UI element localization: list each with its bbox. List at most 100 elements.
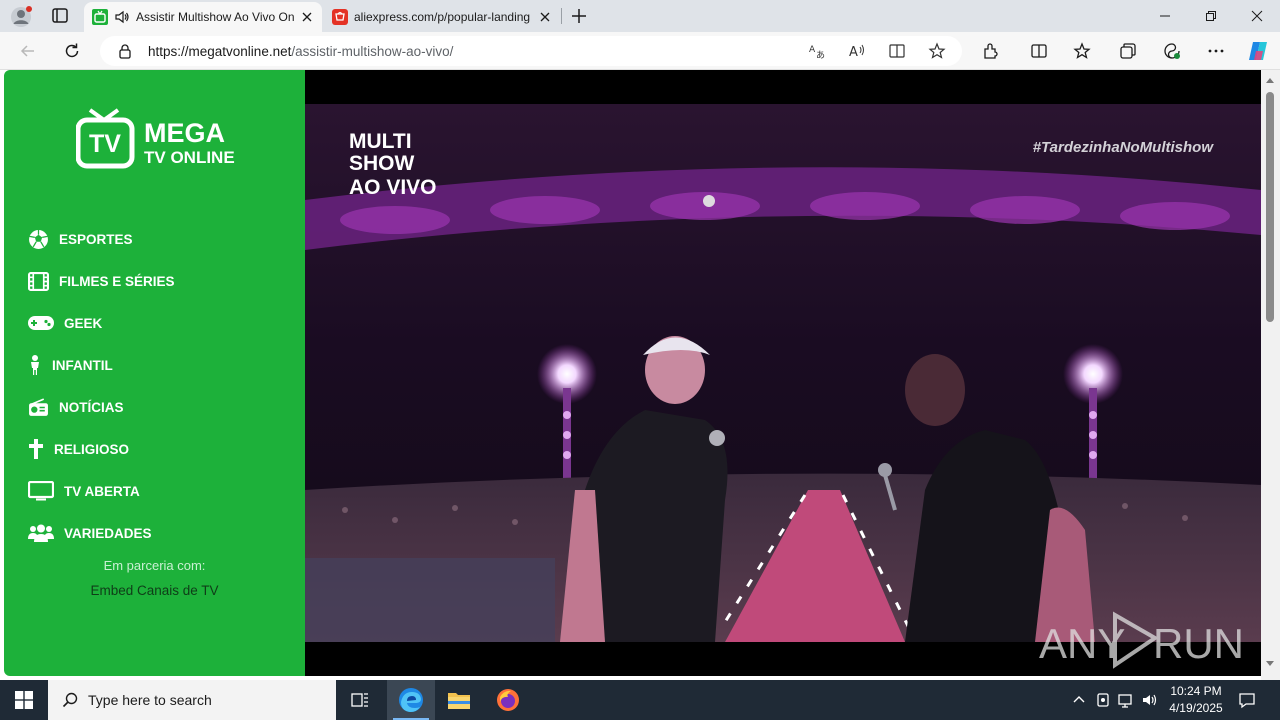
- menu-item-tv-aberta[interactable]: TV ABERTA: [28, 470, 175, 512]
- menu-item-variedades[interactable]: VARIEDADES: [28, 512, 175, 554]
- menu-item-religioso[interactable]: RELIGIOSO: [28, 428, 175, 470]
- collections-icon[interactable]: [1118, 41, 1138, 61]
- clock-time: 10:24 PM: [1170, 684, 1222, 698]
- search-icon: [62, 692, 78, 708]
- tab-title: aliexpress.com/p/popular-landing: [354, 10, 531, 24]
- soccer-ball-icon: [29, 229, 48, 249]
- taskbar-edge[interactable]: [387, 680, 435, 720]
- volume-icon[interactable]: [1141, 691, 1159, 709]
- watermark-left-text: ANY: [1039, 620, 1125, 667]
- channel-logo-line3: AO VIVO: [349, 176, 437, 199]
- scroll-thumb[interactable]: [1266, 92, 1274, 322]
- partner-label: Em parceria com:: [103, 558, 206, 573]
- menu-label: FILMES E SÉRIES: [59, 273, 175, 289]
- edge-browser-icon: [399, 688, 423, 712]
- stage-platform: [305, 558, 555, 642]
- windows-taskbar: Type here to search 10:24 PM 4/19/2025: [0, 680, 1280, 720]
- taskbar-firefox[interactable]: [484, 680, 532, 720]
- menu-label: RELIGIOSO: [54, 441, 130, 457]
- tab-aliexpress[interactable]: aliexpress.com/p/popular-landing: [324, 2, 560, 32]
- tray-chevron-up-icon[interactable]: [1070, 691, 1088, 709]
- tab-separator: [561, 8, 562, 24]
- lock-icon[interactable]: [118, 43, 132, 59]
- url-domain: https://megatvonline.net: [148, 44, 292, 59]
- restore-button[interactable]: [1188, 0, 1234, 32]
- video-player[interactable]: MULTI SHOW AO VIVO #TardezinhaNoMultisho…: [305, 70, 1261, 676]
- svg-text:あ: あ: [816, 50, 825, 60]
- gamepad-icon: [28, 316, 54, 330]
- speaker-audio-icon[interactable]: [114, 9, 130, 25]
- menu-item-infantil[interactable]: INFANTIL: [28, 344, 175, 386]
- tab-actions-icon[interactable]: [48, 5, 72, 27]
- close-window-button[interactable]: [1234, 0, 1280, 32]
- notification-center-icon[interactable]: [1238, 691, 1256, 709]
- back-arrow-icon[interactable]: [18, 41, 38, 61]
- start-button[interactable]: [0, 680, 48, 720]
- task-view-button[interactable]: [336, 680, 384, 720]
- film-icon: [28, 271, 49, 291]
- browser-essentials-icon[interactable]: [1162, 41, 1182, 61]
- favorites-icon[interactable]: [1073, 41, 1093, 61]
- menu-item-esportes[interactable]: ESPORTES: [28, 218, 175, 260]
- scroll-up-arrow-icon[interactable]: [1266, 78, 1274, 83]
- tab-multishow[interactable]: Assistir Multishow Ao Vivo Online: [84, 2, 322, 32]
- radio-icon: [29, 397, 48, 416]
- folder-icon: [448, 693, 470, 709]
- split-screen-icon[interactable]: [1029, 41, 1049, 61]
- child-icon: [31, 355, 39, 375]
- more-menu-icon[interactable]: [1206, 41, 1226, 61]
- immersive-reader-icon[interactable]: [888, 42, 906, 60]
- new-tab-plus-icon[interactable]: [569, 6, 589, 26]
- restore-icon: [1206, 11, 1216, 21]
- read-aloud-icon[interactable]: A: [848, 42, 866, 60]
- svg-text:A: A: [809, 45, 816, 55]
- megatv-favicon-icon: [92, 9, 108, 25]
- extensions-icon[interactable]: [981, 41, 1001, 61]
- tab-title: Assistir Multishow Ao Vivo Online: [136, 10, 294, 24]
- url-text[interactable]: https://megatvonline.net/assistir-multis…: [148, 44, 453, 59]
- menu-label: INFANTIL: [52, 357, 113, 373]
- menu-label: VARIEDADES: [64, 525, 152, 541]
- menu-item-filmes-series[interactable]: FILMES E SÉRIES: [28, 260, 175, 302]
- system-clock[interactable]: 10:24 PM 4/19/2025: [1160, 683, 1232, 717]
- scroll-down-arrow-icon[interactable]: [1266, 661, 1274, 666]
- close-tab-icon[interactable]: [538, 10, 552, 24]
- close-icon: [1251, 10, 1263, 22]
- tray-app-icon[interactable]: [1094, 691, 1112, 709]
- taskbar-search-box[interactable]: Type here to search: [48, 680, 336, 720]
- site-logo[interactable]: TV MEGA TV ONLINE: [75, 106, 236, 170]
- partner-link[interactable]: Embed Canais de TV: [4, 583, 305, 598]
- tv-logo-icon: TV MEGA TV ONLINE: [75, 108, 235, 169]
- windows-logo-icon: [15, 691, 33, 709]
- monitor-icon: [28, 481, 54, 501]
- address-bar[interactable]: https://megatvonline.net/assistir-multis…: [100, 36, 962, 66]
- menu-label: NOTÍCIAS: [59, 399, 124, 415]
- web-page: TV MEGA TV ONLINE ESPORTES FILMES E SÉRI…: [0, 70, 1280, 680]
- favorite-star-icon[interactable]: [928, 42, 946, 60]
- task-view-icon: [351, 693, 368, 707]
- logo-badge-text: TV: [89, 130, 121, 158]
- category-menu: ESPORTES FILMES E SÉRIES GEEK INFANTIL N…: [28, 218, 175, 554]
- minimize-button[interactable]: [1142, 0, 1188, 32]
- menu-label: ESPORTES: [59, 231, 133, 247]
- menu-item-geek[interactable]: GEEK: [28, 302, 175, 344]
- users-icon: [28, 524, 54, 542]
- menu-label: GEEK: [64, 315, 103, 331]
- translate-icon[interactable]: A あ: [808, 42, 826, 60]
- search-placeholder: Type here to search: [88, 692, 212, 708]
- menu-item-noticias[interactable]: NOTÍCIAS: [28, 386, 175, 428]
- cross-icon: [29, 439, 43, 459]
- network-icon[interactable]: [1117, 691, 1135, 709]
- close-tab-icon[interactable]: [300, 10, 314, 24]
- refresh-icon[interactable]: [62, 41, 82, 61]
- taskbar-file-explorer[interactable]: [435, 680, 483, 720]
- video-frame: MULTI SHOW AO VIVO #TardezinhaNoMultisho…: [305, 104, 1261, 669]
- browser-toolbar: https://megatvonline.net/assistir-multis…: [0, 32, 1280, 70]
- copilot-icon[interactable]: [1246, 39, 1270, 63]
- page-scrollbar[interactable]: [1261, 70, 1280, 680]
- tab-strip: Assistir Multishow Ao Vivo Online aliexp…: [0, 0, 1280, 32]
- minimize-icon: [1160, 15, 1170, 17]
- svg-text:A: A: [849, 45, 858, 60]
- profile-avatar-icon[interactable]: [10, 6, 32, 28]
- clock-date: 4/19/2025: [1169, 701, 1223, 715]
